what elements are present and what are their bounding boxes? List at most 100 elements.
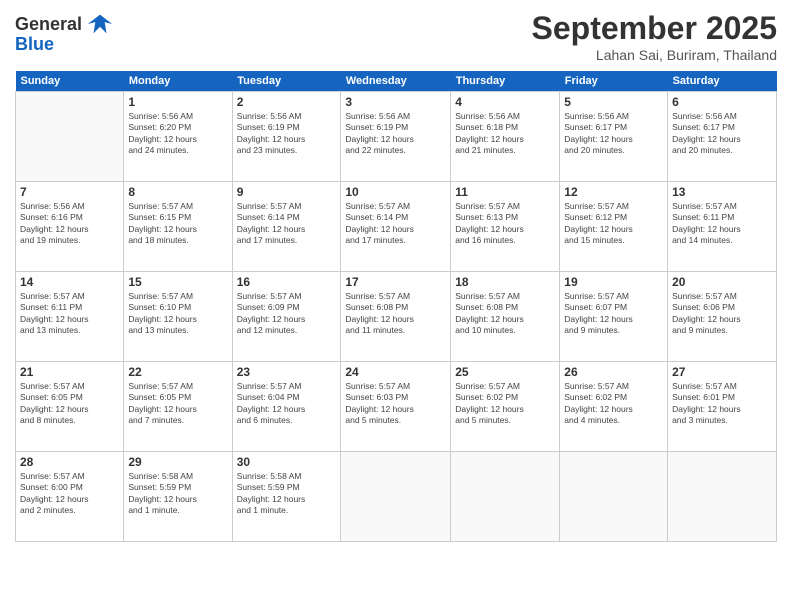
table-row: 7Sunrise: 5:56 AMSunset: 6:16 PMDaylight…: [16, 182, 124, 272]
day-info: Sunrise: 5:57 AMSunset: 6:14 PMDaylight:…: [345, 201, 446, 247]
table-row: [560, 452, 668, 542]
day-info: Sunrise: 5:57 AMSunset: 6:02 PMDaylight:…: [564, 381, 663, 427]
table-row: [668, 452, 777, 542]
day-info: Sunrise: 5:57 AMSunset: 6:10 PMDaylight:…: [128, 291, 227, 337]
table-row: 16 Sunrise: 5:57 AMSunset: 6:09 PMDayligh…: [232, 272, 341, 362]
day-number: 24: [345, 365, 446, 379]
table-row: 23 Sunrise: 5:57 AMSunset: 6:04 PMDayligh…: [232, 362, 341, 452]
day-info: Sunrise: 5:57 AMSunset: 6:01 PMDaylight:…: [672, 381, 772, 427]
title-block: September 2025 Lahan Sai, Buriram, Thail…: [532, 10, 777, 63]
day-number: 12: [564, 185, 663, 199]
table-row: 30Sunrise: 5:58 AMSunset: 5:59 PMDayligh…: [232, 452, 341, 542]
calendar-week-row: 1 Sunrise: 5:56 AMSunset: 6:20 PMDaylight…: [16, 92, 777, 182]
logo-bird-icon: [86, 10, 114, 38]
day-number: 1: [128, 95, 227, 109]
calendar-table: Sunday Monday Tuesday Wednesday Thursday…: [15, 71, 777, 542]
table-row: 24 Sunrise: 5:57 AMSunset: 6:03 PMDayligh…: [341, 362, 451, 452]
day-number: 26: [564, 365, 663, 379]
day-number: 13: [672, 185, 772, 199]
table-row: 25Sunrise: 5:57 AMSunset: 6:02 PMDayligh…: [451, 362, 560, 452]
day-number: 18: [455, 275, 555, 289]
day-number: 27: [672, 365, 772, 379]
day-info: Sunrise: 5:58 AMSunset: 5:59 PMDaylight:…: [237, 471, 337, 517]
col-sunday: Sunday: [16, 71, 124, 92]
day-number: 11: [455, 185, 555, 199]
table-row: 4Sunrise: 5:56 AMSunset: 6:18 PMDaylight…: [451, 92, 560, 182]
day-info: Sunrise: 5:57 AMSunset: 6:13 PMDaylight:…: [455, 201, 555, 247]
day-info: Sunrise: 5:57 AMSunset: 6:14 PMDaylight:…: [237, 201, 337, 247]
calendar-week-row: 28Sunrise: 5:57 AMSunset: 6:00 PMDayligh…: [16, 452, 777, 542]
col-friday: Friday: [560, 71, 668, 92]
table-row: [16, 92, 124, 182]
col-wednesday: Wednesday: [341, 71, 451, 92]
day-number: 28: [20, 455, 119, 469]
table-row: [451, 452, 560, 542]
day-info: Sunrise: 5:58 AMSunset: 5:59 PMDaylight:…: [128, 471, 227, 517]
table-row: 18 Sunrise: 5:57 AMSunset: 6:08 PMDayligh…: [451, 272, 560, 362]
table-row: 21Sunrise: 5:57 AMSunset: 6:05 PMDayligh…: [16, 362, 124, 452]
table-row: 19Sunrise: 5:57 AMSunset: 6:07 PMDayligh…: [560, 272, 668, 362]
table-row: 9 Sunrise: 5:57 AMSunset: 6:14 PMDaylight…: [232, 182, 341, 272]
day-number: 22: [128, 365, 227, 379]
day-number: 2: [237, 95, 337, 109]
day-info: Sunrise: 5:56 AMSunset: 6:19 PMDaylight:…: [237, 111, 337, 157]
day-number: 10: [345, 185, 446, 199]
day-info: Sunrise: 5:57 AMSunset: 6:05 PMDaylight:…: [128, 381, 227, 427]
table-row: 17 Sunrise: 5:57 AMSunset: 6:08 PMDayligh…: [341, 272, 451, 362]
table-row: 6Sunrise: 5:56 AMSunset: 6:17 PMDaylight…: [668, 92, 777, 182]
day-info: Sunrise: 5:57 AMSunset: 6:06 PMDaylight:…: [672, 291, 772, 337]
table-row: 22 Sunrise: 5:57 AMSunset: 6:05 PMDayligh…: [124, 362, 232, 452]
day-info: Sunrise: 5:56 AMSunset: 6:20 PMDaylight:…: [128, 111, 227, 157]
day-info: Sunrise: 5:56 AMSunset: 6:17 PMDaylight:…: [672, 111, 772, 157]
calendar-header-row: Sunday Monday Tuesday Wednesday Thursday…: [16, 71, 777, 92]
calendar-week-row: 14 Sunrise: 5:57 AMSunset: 6:11 PMDayligh…: [16, 272, 777, 362]
day-number: 17: [345, 275, 446, 289]
day-number: 21: [20, 365, 119, 379]
col-saturday: Saturday: [668, 71, 777, 92]
logo-general: General: [15, 14, 82, 35]
table-row: 14 Sunrise: 5:57 AMSunset: 6:11 PMDayligh…: [16, 272, 124, 362]
day-number: 15: [128, 275, 227, 289]
table-row: 2 Sunrise: 5:56 AMSunset: 6:19 PMDaylight…: [232, 92, 341, 182]
location: Lahan Sai, Buriram, Thailand: [532, 47, 777, 63]
calendar-week-row: 21 Sunrise: 5:57 AMSunset: 6:05 PMDayligh…: [16, 362, 777, 452]
table-row: 26 Sunrise: 5:57 AMSunset: 6:02 PMDayligh…: [560, 362, 668, 452]
month-title: September 2025: [532, 10, 777, 47]
header: General Blue September 2025 Lahan Sai, B…: [15, 10, 777, 63]
day-number: 7: [20, 185, 119, 199]
col-monday: Monday: [124, 71, 232, 92]
day-number: 29: [128, 455, 227, 469]
day-info: Sunrise: 5:57 AMSunset: 6:09 PMDaylight:…: [237, 291, 337, 337]
day-info: Sunrise: 5:57 AMSunset: 6:08 PMDaylight:…: [455, 291, 555, 337]
table-row: 28Sunrise: 5:57 AMSunset: 6:00 PMDayligh…: [16, 452, 124, 542]
day-number: 3: [345, 95, 446, 109]
day-number: 9: [237, 185, 337, 199]
table-row: 5Sunrise: 5:56 AMSunset: 6:17 PMDaylight…: [560, 92, 668, 182]
table-row: 8 Sunrise: 5:57 AMSunset: 6:15 PMDaylight…: [124, 182, 232, 272]
table-row: 20Sunrise: 5:57 AMSunset: 6:06 PMDayligh…: [668, 272, 777, 362]
day-info: Sunrise: 5:57 AMSunset: 6:04 PMDaylight:…: [237, 381, 337, 427]
table-row: 13 Sunrise: 5:57 AMSunset: 6:11 PMDayligh…: [668, 182, 777, 272]
day-number: 25: [455, 365, 555, 379]
day-number: 23: [237, 365, 337, 379]
table-row: 12Sunrise: 5:57 AMSunset: 6:12 PMDayligh…: [560, 182, 668, 272]
table-row: 1 Sunrise: 5:56 AMSunset: 6:20 PMDaylight…: [124, 92, 232, 182]
day-number: 8: [128, 185, 227, 199]
logo: General Blue: [15, 10, 114, 55]
table-row: 10 Sunrise: 5:57 AMSunset: 6:14 PMDayligh…: [341, 182, 451, 272]
day-info: Sunrise: 5:57 AMSunset: 6:11 PMDaylight:…: [672, 201, 772, 247]
day-info: Sunrise: 5:57 AMSunset: 6:08 PMDaylight:…: [345, 291, 446, 337]
day-info: Sunrise: 5:57 AMSunset: 6:11 PMDaylight:…: [20, 291, 119, 337]
day-number: 14: [20, 275, 119, 289]
day-number: 5: [564, 95, 663, 109]
table-row: 27 Sunrise: 5:57 AMSunset: 6:01 PMDayligh…: [668, 362, 777, 452]
day-info: Sunrise: 5:57 AMSunset: 6:03 PMDaylight:…: [345, 381, 446, 427]
col-tuesday: Tuesday: [232, 71, 341, 92]
table-row: 3Sunrise: 5:56 AMSunset: 6:19 PMDaylight…: [341, 92, 451, 182]
day-number: 16: [237, 275, 337, 289]
page: General Blue September 2025 Lahan Sai, B…: [0, 0, 792, 612]
day-info: Sunrise: 5:57 AMSunset: 6:15 PMDaylight:…: [128, 201, 227, 247]
table-row: [341, 452, 451, 542]
day-number: 19: [564, 275, 663, 289]
day-number: 4: [455, 95, 555, 109]
